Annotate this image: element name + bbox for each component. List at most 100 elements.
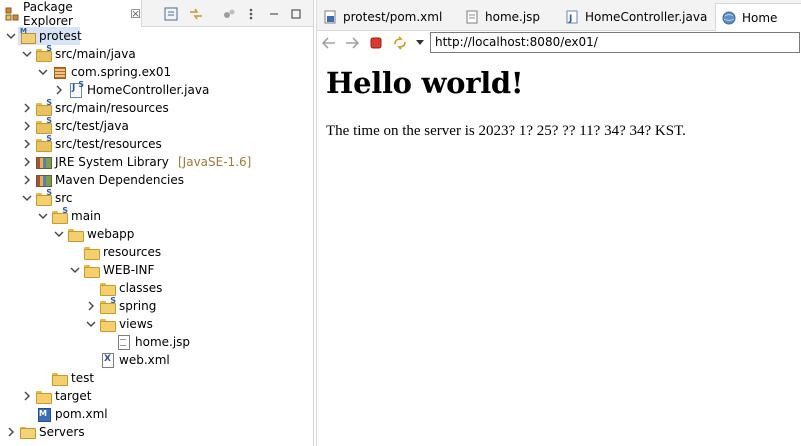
globe-icon xyxy=(722,11,736,25)
folder-icon: S xyxy=(35,188,52,206)
link-with-editor-icon[interactable] xyxy=(188,6,204,22)
spring-badge-icon: S xyxy=(46,98,52,107)
tab-label: home.jsp xyxy=(485,9,541,24)
tree-item-label: views xyxy=(119,317,153,331)
tree-item-label: WEB-INF xyxy=(103,263,155,277)
chevron-down-icon[interactable] xyxy=(22,193,32,203)
refresh-icon[interactable] xyxy=(391,34,409,52)
chevron-down-icon[interactable] xyxy=(6,31,16,41)
chevron-right-icon[interactable] xyxy=(22,391,32,401)
tab-label: HomeController.java xyxy=(585,9,708,24)
tree-item-label: test xyxy=(71,371,95,385)
maximize-icon[interactable] xyxy=(288,6,304,22)
tree-item[interactable]: Ssrc/test/java xyxy=(0,116,313,135)
tree-item[interactable]: resources xyxy=(0,243,313,261)
chevron-down-icon[interactable] xyxy=(38,211,48,221)
stop-icon[interactable] xyxy=(367,34,385,52)
chevron-right-icon[interactable] xyxy=(6,427,16,437)
spring-badge-icon: S xyxy=(78,80,84,89)
chevron-down-icon[interactable] xyxy=(54,229,64,239)
tree-item-label: resources xyxy=(103,245,162,259)
tree-item[interactable]: web.xml xyxy=(0,351,313,369)
tree-item[interactable]: Ssrc/main/java xyxy=(0,44,313,63)
chevron-right-icon[interactable] xyxy=(22,175,32,185)
collapse-all-icon[interactable] xyxy=(163,6,179,22)
tree-item[interactable]: Ssrc/main/resources xyxy=(0,98,313,117)
tree-item[interactable]: views xyxy=(0,315,313,333)
folder-icon: S xyxy=(51,206,68,224)
library-icon xyxy=(35,154,52,170)
browser-content: Hello world! The time on the server is 2… xyxy=(317,58,801,446)
tree-item[interactable]: SHomeController.java xyxy=(0,80,313,99)
tree-item-label: JRE System Library xyxy=(55,155,169,169)
tree-item-label: Servers xyxy=(39,425,85,439)
tree-item[interactable]: classes xyxy=(0,279,313,297)
tree-item-label: HomeController.java xyxy=(87,83,210,97)
library-icon xyxy=(35,172,52,188)
tab-home-jsp[interactable]: home.jsp xyxy=(459,3,559,30)
tree-item[interactable]: Ssrc/test/resources xyxy=(0,134,313,153)
source-folder-icon: S xyxy=(35,134,52,152)
tab-pom-xml[interactable]: protest/pom.xml xyxy=(317,3,459,30)
browser-nav-bar: http://localhost:8080/ex01/ xyxy=(317,31,801,55)
server-time-text: The time on the server is 2023? 1? 25? ?… xyxy=(326,123,686,139)
chevron-down-icon[interactable] xyxy=(86,319,96,329)
chevron-right-icon[interactable] xyxy=(22,103,32,113)
tree-item[interactable]: target xyxy=(0,387,313,405)
tree-item[interactable]: pom.xml xyxy=(0,405,313,423)
tree-item[interactable]: Maven Dependencies xyxy=(0,171,313,189)
tree-item[interactable]: Smain xyxy=(0,206,313,225)
editor-tab-bar: protest/pom.xml home.jsp J HomeControlle… xyxy=(317,0,801,31)
tree-item-label: classes xyxy=(119,281,163,295)
chevron-down-icon[interactable] xyxy=(38,67,48,77)
chevron-right-icon[interactable] xyxy=(54,85,64,95)
tree-item[interactable]: JRE System Library [JavaSE-1.6] xyxy=(0,153,313,171)
tree-item[interactable]: test xyxy=(0,369,313,387)
focus-icon[interactable] xyxy=(221,6,237,22)
tree-item-label: home.jsp xyxy=(135,335,191,349)
tree-item-label: spring xyxy=(119,299,157,313)
tab-home-browser[interactable]: Home xyxy=(715,3,801,31)
tree-item-label: pom.xml xyxy=(55,407,108,421)
spring-badge-icon: S xyxy=(110,296,116,305)
tree-item[interactable]: WEB-INF xyxy=(0,261,313,279)
spring-badge-icon: S xyxy=(46,188,52,197)
tree-item[interactable]: webapp xyxy=(0,225,313,243)
chevron-right-icon[interactable] xyxy=(22,121,32,131)
chevron-down-icon[interactable] xyxy=(22,49,32,59)
page-heading: Hello world! xyxy=(326,66,524,100)
folder-icon xyxy=(51,370,68,386)
tree-item[interactable]: Sspring xyxy=(0,296,313,315)
package-explorer-tab[interactable]: Package Explorer ☒ xyxy=(0,0,142,28)
tree-item[interactable]: home.jsp xyxy=(0,333,313,351)
tree-item-label: src/test/java xyxy=(55,119,129,133)
minimize-icon[interactable] xyxy=(266,6,282,22)
chevron-down-icon[interactable] xyxy=(70,265,80,275)
pom-file-icon xyxy=(323,10,337,24)
chevron-right-icon[interactable] xyxy=(22,157,32,167)
tree-item[interactable]: Servers xyxy=(0,423,313,441)
chevron-right-icon[interactable] xyxy=(86,301,96,311)
java-file-icon: J xyxy=(565,10,579,24)
tree-item[interactable]: Ssrc xyxy=(0,188,313,207)
chevron-down-icon[interactable] xyxy=(411,34,429,52)
close-icon[interactable]: ☒ xyxy=(130,7,141,21)
jsp-file-icon xyxy=(115,334,131,350)
tree-item[interactable]: com.spring.ex01 xyxy=(0,63,313,81)
forward-icon[interactable] xyxy=(343,34,361,52)
folder-icon xyxy=(67,226,84,242)
source-folder-icon: S xyxy=(35,44,52,62)
tree-item-decoration: [JavaSE-1.6] xyxy=(178,155,252,169)
view-menu-icon[interactable] xyxy=(243,6,259,22)
spring-badge-icon: S xyxy=(46,116,52,125)
back-icon[interactable] xyxy=(320,34,338,52)
tab-home-controller[interactable]: J HomeController.java xyxy=(559,3,714,30)
chevron-right-icon[interactable] xyxy=(22,139,32,149)
spring-badge-icon: S xyxy=(62,206,68,215)
url-input[interactable]: http://localhost:8080/ex01/ xyxy=(430,32,800,53)
tab-label: Home xyxy=(742,10,778,25)
tree-item[interactable]: protest xyxy=(0,27,313,45)
package-icon xyxy=(51,64,67,80)
tree-item-label: src xyxy=(55,191,73,205)
explorer-tab-bar: Package Explorer ☒ xyxy=(0,0,313,28)
